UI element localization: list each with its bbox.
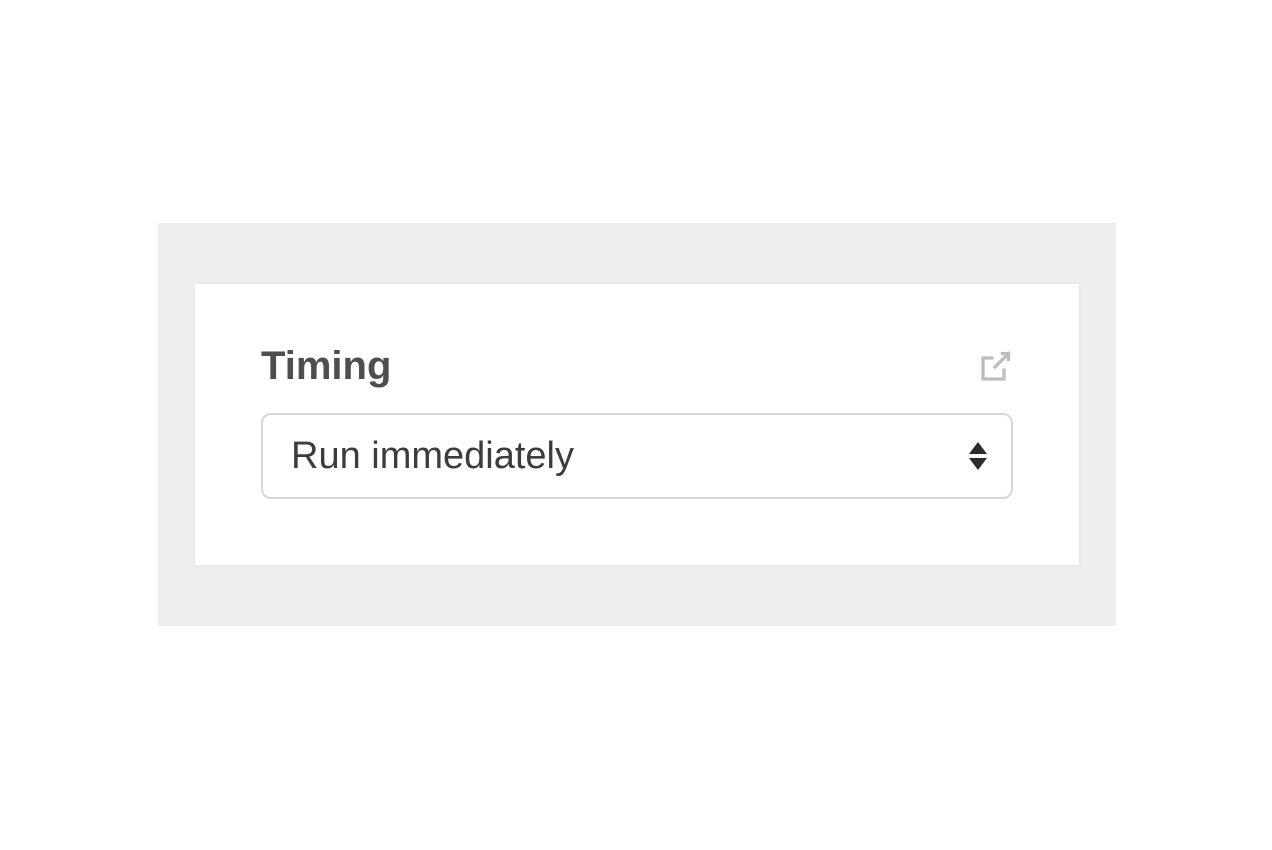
external-link-icon[interactable]: [977, 349, 1013, 385]
timing-card-header: Timing: [261, 344, 1013, 389]
timing-title: Timing: [261, 344, 391, 389]
timing-select-wrapper: Run immediately: [261, 413, 1013, 499]
timing-panel-outer: Timing Run immediately: [158, 223, 1116, 626]
timing-card: Timing Run immediately: [194, 283, 1080, 566]
timing-select[interactable]: Run immediately: [261, 413, 1013, 499]
